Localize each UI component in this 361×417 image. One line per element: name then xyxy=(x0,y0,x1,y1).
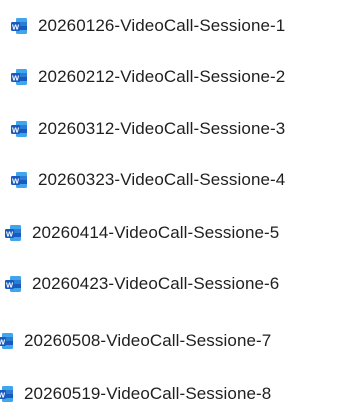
file-item[interactable]: W 20260508-VideoCall-Sessione-7 xyxy=(0,329,271,353)
file-list: W 20260126-VideoCall-Sessione-1 W 202602… xyxy=(0,0,361,417)
file-name[interactable]: 20260323-VideoCall-Sessione-4 xyxy=(38,170,285,190)
svg-text:W: W xyxy=(12,125,20,134)
svg-text:W: W xyxy=(12,176,20,185)
file-item[interactable]: W 20260312-VideoCall-Sessione-3 xyxy=(10,117,285,141)
file-name[interactable]: 20260508-VideoCall-Sessione-7 xyxy=(24,331,271,351)
file-item[interactable]: W 20260423-VideoCall-Sessione-6 xyxy=(4,272,279,296)
file-item[interactable]: W 20260414-VideoCall-Sessione-5 xyxy=(4,221,279,245)
svg-text:W: W xyxy=(6,229,14,238)
file-name[interactable]: 20260423-VideoCall-Sessione-6 xyxy=(32,274,279,294)
word-document-icon: W xyxy=(0,332,14,350)
svg-text:W: W xyxy=(6,280,14,289)
svg-text:W: W xyxy=(12,73,20,82)
file-item[interactable]: W 20260323-VideoCall-Sessione-4 xyxy=(10,168,285,192)
word-document-icon: W xyxy=(10,68,28,86)
file-name[interactable]: 20260519-VideoCall-Sessione-8 xyxy=(24,384,271,404)
word-document-icon: W xyxy=(10,171,28,189)
file-name[interactable]: 20260126-VideoCall-Sessione-1 xyxy=(38,16,285,36)
word-document-icon: W xyxy=(4,275,22,293)
word-document-icon: W xyxy=(10,17,28,35)
file-item[interactable]: W 20260519-VideoCall-Sessione-8 xyxy=(0,382,271,406)
file-item[interactable]: W 20260212-VideoCall-Sessione-2 xyxy=(10,65,285,89)
file-item[interactable]: W 20260126-VideoCall-Sessione-1 xyxy=(10,14,285,38)
file-name[interactable]: 20260414-VideoCall-Sessione-5 xyxy=(32,223,279,243)
file-name[interactable]: 20260312-VideoCall-Sessione-3 xyxy=(38,119,285,139)
word-document-icon: W xyxy=(4,224,22,242)
word-document-icon: W xyxy=(0,385,14,403)
word-document-icon: W xyxy=(10,120,28,138)
svg-text:W: W xyxy=(12,22,20,31)
file-name[interactable]: 20260212-VideoCall-Sessione-2 xyxy=(38,67,285,87)
